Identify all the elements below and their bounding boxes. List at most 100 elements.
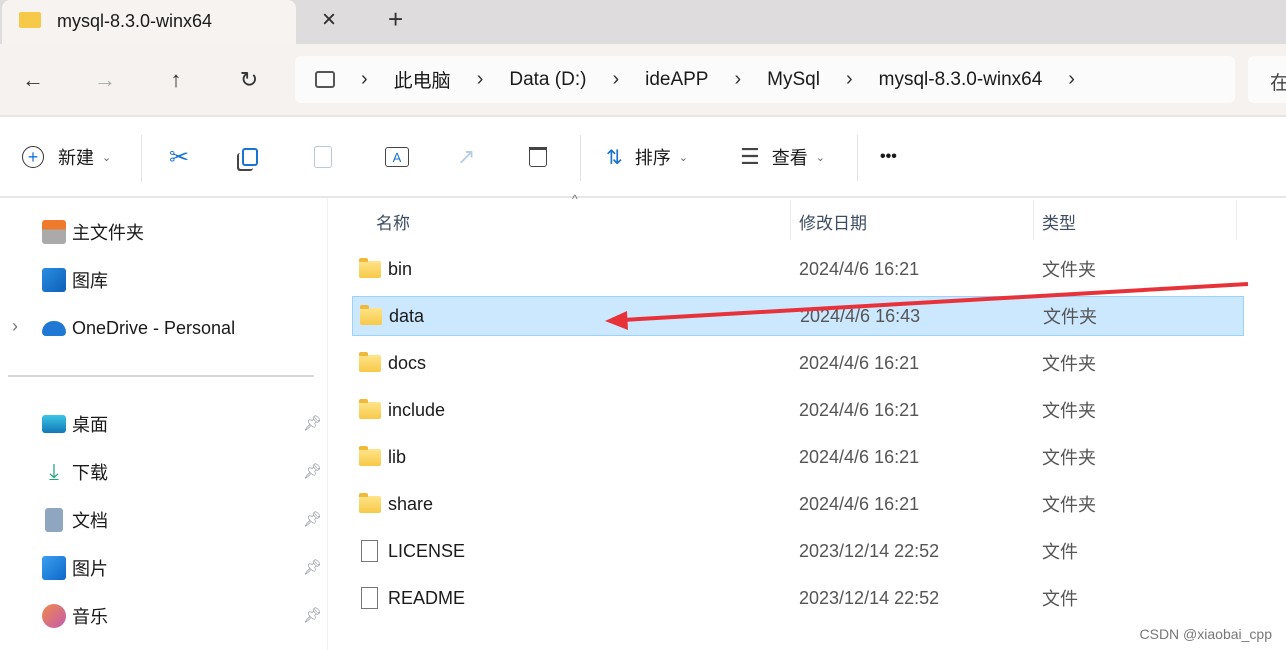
pin-icon[interactable]: 📌︎ bbox=[303, 510, 322, 528]
sort-ascending-icon: ^ bbox=[572, 192, 578, 206]
file-date: 2023/12/14 22:52 bbox=[799, 587, 940, 608]
file-row[interactable]: data 2024/4/6 16:43 文件夹 bbox=[352, 296, 1244, 336]
new-button[interactable]: + 新建 ⌄ bbox=[22, 117, 111, 197]
tab-title: mysql-8.3.0-winx64 bbox=[57, 11, 213, 31]
sidebar-item-label: 图片 bbox=[72, 559, 108, 579]
folder-icon bbox=[19, 12, 41, 28]
plus-circle-icon: + bbox=[22, 146, 44, 168]
trash-icon bbox=[529, 147, 547, 167]
column-divider[interactable] bbox=[1033, 200, 1034, 240]
file-date: 2024/4/6 16:21 bbox=[799, 399, 920, 420]
file-type: 文件夹 bbox=[1043, 307, 1097, 327]
file-type: 文件夹 bbox=[1042, 448, 1096, 468]
copy-icon bbox=[242, 148, 258, 166]
sort-label: 排序 bbox=[634, 148, 671, 168]
paste-button[interactable] bbox=[314, 117, 332, 197]
desktop-icon bbox=[42, 415, 66, 433]
divider bbox=[8, 375, 314, 377]
file-row[interactable]: bin 2024/4/6 16:21 文件夹 bbox=[352, 249, 1244, 289]
view-label: 查看 bbox=[771, 148, 808, 168]
command-bar: + 新建 ⌄ ✂ A ↗ ⇅ 排序 ⌄ ☰ 查看 ⌄ ••• bbox=[0, 115, 1286, 198]
file-type: 文件夹 bbox=[1042, 401, 1096, 421]
sort-icon: ⇅ bbox=[606, 146, 623, 169]
sidebar-item-onedrive[interactable]: OneDrive - Personal bbox=[42, 308, 235, 348]
column-divider[interactable] bbox=[1236, 200, 1237, 240]
chevron-right-icon: › bbox=[361, 68, 368, 90]
file-row[interactable]: LICENSE 2023/12/14 22:52 文件 bbox=[352, 531, 1244, 571]
file-row[interactable]: share 2024/4/6 16:21 文件夹 bbox=[352, 484, 1244, 524]
chevron-down-icon: ⌄ bbox=[815, 151, 825, 164]
column-divider[interactable] bbox=[790, 200, 791, 240]
file-row[interactable]: docs 2024/4/6 16:21 文件夹 bbox=[352, 343, 1244, 383]
cut-button[interactable]: ✂ bbox=[169, 117, 189, 197]
more-button[interactable]: ••• bbox=[880, 117, 897, 197]
column-name[interactable]: 名称 bbox=[376, 209, 410, 234]
view-button[interactable]: ☰ 查看 ⌄ bbox=[740, 117, 825, 197]
breadcrumb-item[interactable]: Data (D:) bbox=[509, 69, 586, 91]
column-date[interactable]: 修改日期 bbox=[799, 209, 867, 234]
music-icon bbox=[42, 604, 66, 628]
sidebar-item-downloads[interactable]: ⤓ 下载 bbox=[42, 452, 108, 492]
close-tab-button[interactable]: × bbox=[322, 6, 336, 34]
breadcrumb-item[interactable]: mysql-8.3.0-winx64 bbox=[879, 69, 1043, 91]
file-type: 文件夹 bbox=[1042, 260, 1096, 280]
column-header: ^ 名称 修改日期 类型 bbox=[330, 192, 1286, 240]
expand-chevron-icon[interactable]: › bbox=[12, 316, 18, 337]
download-icon: ⤓ bbox=[49, 459, 59, 484]
divider bbox=[857, 135, 858, 181]
file-date: 2024/4/6 16:21 bbox=[799, 446, 920, 467]
pin-icon[interactable]: 📌︎ bbox=[303, 462, 322, 480]
folder-icon bbox=[359, 398, 381, 419]
breadcrumb-item[interactable]: MySql bbox=[767, 69, 820, 91]
file-icon bbox=[361, 540, 378, 562]
file-type: 文件 bbox=[1042, 542, 1078, 562]
refresh-button[interactable]: ↻ bbox=[229, 60, 269, 100]
rename-button[interactable]: A bbox=[385, 117, 409, 197]
file-row[interactable]: include 2024/4/6 16:21 文件夹 bbox=[352, 390, 1244, 430]
forward-button[interactable]: → bbox=[85, 60, 125, 100]
column-type[interactable]: 类型 bbox=[1042, 209, 1076, 234]
divider bbox=[141, 135, 142, 181]
gallery-icon bbox=[42, 268, 66, 292]
sidebar-item-home[interactable]: 主文件夹 bbox=[42, 212, 144, 252]
file-name: data bbox=[389, 305, 425, 326]
rename-icon: A bbox=[385, 147, 409, 167]
folder-icon bbox=[360, 304, 382, 325]
sidebar-item-music[interactable]: 音乐 bbox=[42, 596, 108, 636]
chevron-right-icon: › bbox=[734, 68, 742, 90]
file-date: 2024/4/6 16:43 bbox=[800, 305, 921, 326]
sidebar-item-desktop[interactable]: 桌面 bbox=[42, 404, 108, 444]
file-icon bbox=[361, 587, 378, 609]
list-icon: ☰ bbox=[740, 144, 760, 169]
folder-icon bbox=[359, 351, 381, 372]
copy-button[interactable] bbox=[242, 117, 258, 197]
new-tab-button[interactable]: + bbox=[388, 4, 403, 35]
delete-button[interactable] bbox=[529, 117, 547, 197]
pin-icon[interactable]: 📌︎ bbox=[303, 606, 322, 624]
chevron-right-icon[interactable]: › bbox=[1068, 68, 1075, 91]
breadcrumb-item[interactable]: 此电脑 bbox=[394, 66, 451, 93]
sort-button[interactable]: ⇅ 排序 ⌄ bbox=[606, 117, 688, 197]
up-button[interactable]: ↑ bbox=[156, 60, 196, 100]
share-button[interactable]: ↗ bbox=[457, 117, 475, 197]
sidebar-item-label: 图库 bbox=[72, 271, 108, 291]
back-button[interactable]: ← bbox=[13, 60, 53, 100]
address-bar[interactable]: › 此电脑 › Data (D:) › ideAPP › MySql › mys… bbox=[295, 56, 1235, 103]
pin-icon[interactable]: 📌︎ bbox=[303, 558, 322, 576]
sidebar-item-label: OneDrive - Personal bbox=[72, 317, 236, 338]
tab-active[interactable]: mysql-8.3.0-winx64 × bbox=[2, 0, 336, 44]
pin-icon[interactable]: 📌︎ bbox=[303, 414, 322, 432]
breadcrumb-item[interactable]: ideAPP bbox=[645, 69, 708, 91]
file-name: lib bbox=[388, 446, 407, 467]
sidebar-item-pictures[interactable]: 图片 bbox=[42, 548, 108, 588]
search-input[interactable]: 在 bbox=[1248, 56, 1286, 103]
file-row[interactable]: README 2023/12/14 22:52 文件 bbox=[352, 578, 1244, 618]
chevron-right-icon: › bbox=[476, 68, 484, 90]
file-row[interactable]: lib 2024/4/6 16:21 文件夹 bbox=[352, 437, 1244, 477]
file-date: 2024/4/6 16:21 bbox=[799, 493, 920, 514]
file-name: include bbox=[388, 399, 446, 420]
sidebar-item-gallery[interactable]: 图库 bbox=[42, 260, 108, 300]
scissors-icon: ✂ bbox=[169, 143, 190, 171]
sidebar-item-documents[interactable]: 文档 bbox=[42, 500, 108, 540]
navigation-pane: 主文件夹 图库 › OneDrive - Personal 桌面 ⤓ 下载 文档 … bbox=[0, 198, 328, 650]
